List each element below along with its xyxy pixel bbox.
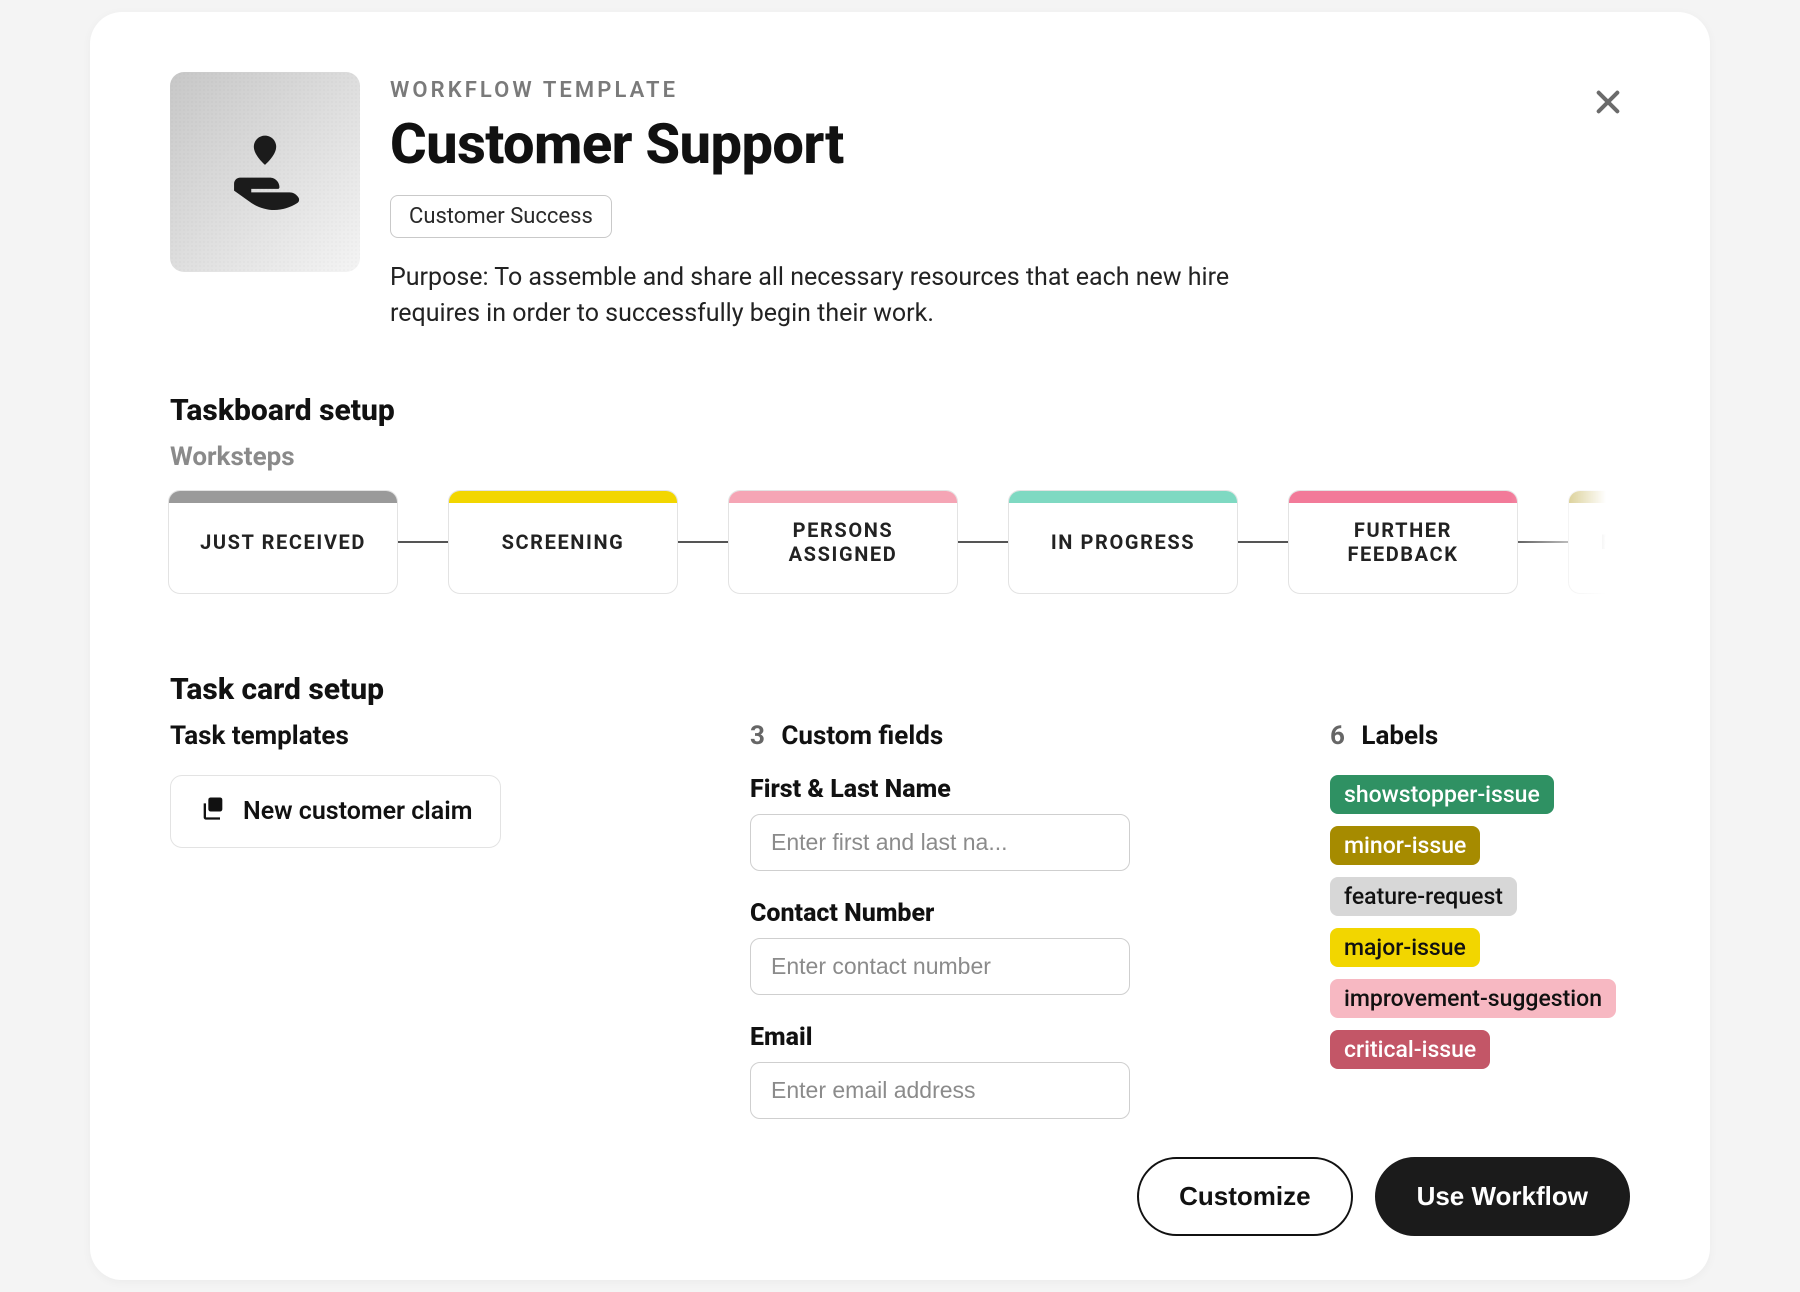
customize-button[interactable]: Customize <box>1137 1157 1352 1236</box>
custom-field: First & Last Name <box>750 775 1290 871</box>
task-template-card[interactable]: New customer claim <box>170 775 501 848</box>
hero-icon <box>170 72 360 272</box>
task-card-setup-section: Task card setup Task templates New custo… <box>170 672 1630 1147</box>
label-pill[interactable]: feature-request <box>1330 877 1517 916</box>
category-chip[interactable]: Customer Success <box>390 195 612 238</box>
taskboard-setup-section: Taskboard setup Worksteps JUST RECEIVED S… <box>170 393 1630 602</box>
label-pill[interactable]: showstopper-issue <box>1330 775 1554 814</box>
step-connector <box>678 541 728 543</box>
workstep-card[interactable]: READY TO SIGN <box>1568 490 1630 594</box>
workstep-label: SCREENING <box>502 530 625 554</box>
eyebrow: WORKFLOW TEMPLATE <box>390 78 1290 103</box>
label-pill[interactable]: improvement-suggestion <box>1330 979 1616 1018</box>
workstep-label: IN PROGRESS <box>1051 530 1195 554</box>
custom-field: Contact Number <box>750 899 1290 995</box>
step-connector <box>1518 541 1568 543</box>
workstep-card[interactable]: JUST RECEIVED <box>168 490 398 594</box>
taskboard-section-title: Taskboard setup <box>170 393 1630 428</box>
label-pill[interactable]: major-issue <box>1330 928 1480 967</box>
task-template-label: New customer claim <box>243 797 472 826</box>
purpose-text: Purpose: To assemble and share all neces… <box>390 260 1290 333</box>
modal-header: WORKFLOW TEMPLATE Customer Support Custo… <box>170 72 1630 333</box>
workstep-card[interactable]: SCREENING <box>448 490 678 594</box>
use-workflow-button[interactable]: Use Workflow <box>1375 1157 1630 1236</box>
field-input[interactable] <box>750 814 1130 871</box>
template-modal: WORKFLOW TEMPLATE Customer Support Custo… <box>90 12 1710 1280</box>
close-icon <box>1592 86 1624 122</box>
field-input[interactable] <box>750 938 1130 995</box>
step-connector <box>958 541 1008 543</box>
custom-field: Email <box>750 1023 1290 1119</box>
workstep-label: READY TO SIGN <box>1601 530 1630 554</box>
custom-fields-heading: 3 Custom fields <box>750 721 1290 751</box>
workstep-card[interactable]: PERSONS ASSIGNED <box>728 490 958 594</box>
workstep-card[interactable]: IN PROGRESS <box>1008 490 1238 594</box>
workstep-label: JUST RECEIVED <box>200 530 366 554</box>
field-label: First & Last Name <box>750 775 1290 804</box>
workstep-card[interactable]: FURTHER FEEDBACK <box>1288 490 1518 594</box>
custom-fields-count: 3 <box>750 721 765 751</box>
page-title: Customer Support <box>390 111 1290 177</box>
label-pill[interactable]: minor-issue <box>1330 826 1480 865</box>
care-hand-icon <box>210 115 320 229</box>
modal-footer: Customize Use Workflow <box>1137 1157 1630 1236</box>
close-button[interactable] <box>1586 82 1630 126</box>
copy-icon <box>199 794 227 829</box>
task-templates-heading: Task templates <box>170 721 710 751</box>
workstep-label: PERSONS ASSIGNED <box>747 518 939 566</box>
worksteps-label: Worksteps <box>170 442 1630 472</box>
step-connector <box>1238 541 1288 543</box>
field-input[interactable] <box>750 1062 1130 1119</box>
labels-count: 6 <box>1330 721 1345 751</box>
labels-wrap: showstopper-issue minor-issue feature-requ… <box>1330 775 1630 1069</box>
task-card-section-title: Task card setup <box>170 672 1630 707</box>
label-pill[interactable]: critical-issue <box>1330 1030 1490 1069</box>
field-label: Email <box>750 1023 1290 1052</box>
step-connector <box>398 541 448 543</box>
labels-heading: 6 Labels <box>1330 721 1630 751</box>
worksteps-row: JUST RECEIVED SCREENING PERSONS ASSIGNED IN… <box>168 490 1630 594</box>
field-label: Contact Number <box>750 899 1290 928</box>
workstep-label: FURTHER FEEDBACK <box>1307 518 1499 566</box>
